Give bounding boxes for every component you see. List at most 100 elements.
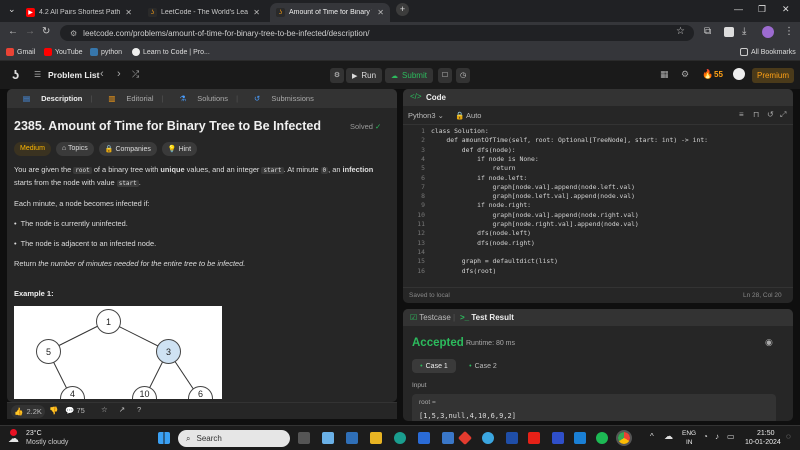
task-view-icon[interactable] (298, 432, 310, 444)
cloud-icon[interactable]: ☁ (664, 431, 673, 442)
tab-description[interactable]: ▤ Description (15, 94, 82, 103)
volume-icon[interactable]: ♪ (715, 432, 719, 441)
problem-title[interactable]: 2385. Amount of Time for Binary Tree to … (14, 119, 321, 133)
app-icon[interactable] (457, 430, 473, 446)
leetcode-logo-icon[interactable]: ʖ (12, 67, 19, 82)
panel-resizer[interactable] (398, 89, 402, 419)
like-button[interactable]: 👍 2.2K (11, 405, 45, 418)
spotify-icon[interactable] (596, 432, 608, 444)
browser-tab-youtube[interactable]: ▶ 4.2 All Pairs Shortest Path (Floy ✕ (20, 3, 138, 22)
code-line[interactable]: 6 if node.left: (403, 174, 793, 183)
eye-icon[interactable]: ◉ (765, 337, 773, 348)
input-box[interactable]: root = [1,5,3,null,4,10,6,9,2] (412, 394, 776, 421)
tray-chevron-icon[interactable]: ^ (650, 432, 654, 441)
close-icon[interactable]: ✕ (253, 8, 260, 17)
close-window-icon[interactable]: ✕ (782, 4, 790, 15)
edge-icon[interactable] (394, 432, 406, 444)
bookmark-learn-to-code[interactable]: Learn to Code | Pro... (132, 48, 210, 56)
thumbs-down-icon[interactable]: 👎 (49, 406, 58, 415)
topics-tag[interactable]: ⌂ Topics (55, 142, 94, 156)
bookmark-python[interactable]: python (90, 48, 122, 56)
widgets-icon[interactable] (322, 432, 334, 444)
tab-test-result[interactable]: >_ Test Result (460, 313, 514, 322)
forward-icon[interactable]: → (25, 26, 35, 37)
layout-icon[interactable]: ▦ (660, 69, 669, 80)
bookmark-icon[interactable]: ⊓ (753, 110, 759, 119)
auto-mode[interactable]: 🔒 Auto (455, 111, 481, 120)
format-icon[interactable]: ≡ (739, 110, 744, 119)
tab-solutions[interactable]: ⚗ Solutions (171, 94, 228, 103)
photos-icon[interactable] (442, 432, 454, 444)
case-2-tab[interactable]: • Case 2 (461, 359, 505, 373)
code-line[interactable]: 14 (403, 248, 793, 257)
user-avatar[interactable] (733, 68, 745, 80)
shuffle-icon[interactable]: ⤮ (132, 69, 139, 80)
code-line[interactable]: 15 graph = defaultdict(list) (403, 257, 793, 266)
debug-icon[interactable]: ⚙ (330, 68, 344, 83)
help-icon[interactable]: ? (137, 405, 141, 414)
streak-count[interactable]: 55 (714, 70, 723, 79)
tab-editorial[interactable]: ▥ Editorial (100, 94, 153, 103)
close-icon[interactable]: ✕ (125, 8, 132, 17)
difficulty-badge[interactable]: Medium (14, 142, 51, 156)
maximize-icon[interactable]: ❐ (758, 4, 766, 15)
expand-icon[interactable]: ⤢ (780, 110, 786, 120)
language-select[interactable]: Python3 ⌄ (408, 111, 444, 120)
app-icon[interactable] (552, 432, 564, 444)
file-explorer-icon[interactable] (370, 432, 382, 444)
code-line[interactable]: 9 if node.right: (403, 201, 793, 210)
clock-time[interactable]: 21:50 (757, 430, 775, 437)
code-line[interactable]: 7 graph[node.val].append(node.left.val) (403, 183, 793, 192)
language-indicator[interactable]: ENG (682, 430, 696, 437)
profile-avatar[interactable] (762, 26, 774, 38)
battery-icon[interactable]: ▭ (727, 432, 735, 441)
wifi-icon[interactable]: ◔ (703, 432, 708, 441)
tab-search-icon[interactable]: ⌄ (8, 4, 16, 15)
prev-problem-icon[interactable]: ‹ (100, 68, 104, 80)
app-icon[interactable] (482, 432, 494, 444)
code-line[interactable]: 8 graph[node.left.val].append(node.val) (403, 192, 793, 201)
premium-button[interactable]: Premium (752, 68, 794, 83)
bookmark-youtube[interactable]: YouTube (44, 48, 83, 56)
code-line[interactable]: 11 graph[node.right.val].append(node.val… (403, 220, 793, 229)
hint-tag[interactable]: 💡 Hint (161, 142, 198, 156)
chrome-icon[interactable] (616, 430, 632, 446)
download-icon[interactable]: ⤓ (742, 26, 746, 37)
code-editor[interactable]: 1 class Solution: 2 def amountOfTime(self,… (403, 127, 793, 277)
code-line[interactable]: 13 dfs(node.right) (403, 239, 793, 248)
tab-testcase[interactable]: ☑ Testcase (410, 313, 451, 322)
run-button[interactable]: ▶ Run (346, 68, 382, 83)
problem-list-link[interactable]: Problem List (48, 70, 99, 80)
code-line[interactable]: 10 graph[node.val].append(node.right.val… (403, 211, 793, 220)
browser-tab-leetcode[interactable]: ʖ LeetCode - The World's Leading ✕ (142, 3, 266, 22)
code-line[interactable]: 3 def dfs(node): (403, 146, 793, 155)
next-problem-icon[interactable]: › (117, 68, 121, 80)
comment-button[interactable]: 💬 75 (65, 406, 85, 415)
new-tab-icon[interactable]: + (396, 3, 409, 16)
menu-icon[interactable]: ⋮ (784, 26, 794, 37)
youtube-app-icon[interactable] (528, 432, 540, 444)
windows-start-icon[interactable] (158, 432, 170, 444)
favorite-star-icon[interactable]: ☆ (101, 405, 108, 414)
code-line[interactable]: 5 return (403, 164, 793, 173)
vscode-icon[interactable] (574, 432, 586, 444)
companies-tag[interactable]: 🔒 Companies (98, 142, 157, 156)
url-input[interactable]: ⚙ leetcode.com/problems/amount-of-time-f… (60, 25, 694, 41)
code-line[interactable]: 16 dfs(root) (403, 267, 793, 276)
site-info-icon[interactable]: ⚙ (70, 29, 77, 38)
bookmark-star-icon[interactable]: ☆ (676, 26, 685, 37)
case-1-tab[interactable]: • Case 1 (412, 359, 456, 373)
browser-tab-active[interactable]: ʖ Amount of Time for Binary Tree ✕ (270, 3, 390, 22)
share-icon[interactable]: ↗ (119, 405, 125, 414)
bookmark-gmail[interactable]: Gmail (6, 48, 35, 56)
app-icon[interactable] (506, 432, 518, 444)
submit-button[interactable]: ☁ Submit (385, 68, 433, 83)
tab-submissions[interactable]: ↺ Submissions (246, 94, 314, 103)
timer-icon[interactable]: ◷ (456, 68, 470, 83)
notification-bell-icon[interactable]: ◌ (786, 432, 791, 441)
teams-icon[interactable] (346, 432, 358, 444)
extension-icon[interactable] (724, 27, 734, 37)
store-icon[interactable] (418, 432, 430, 444)
settings-gear-icon[interactable]: ⚙ (681, 69, 689, 80)
code-line[interactable]: 4 if node is None: (403, 155, 793, 164)
